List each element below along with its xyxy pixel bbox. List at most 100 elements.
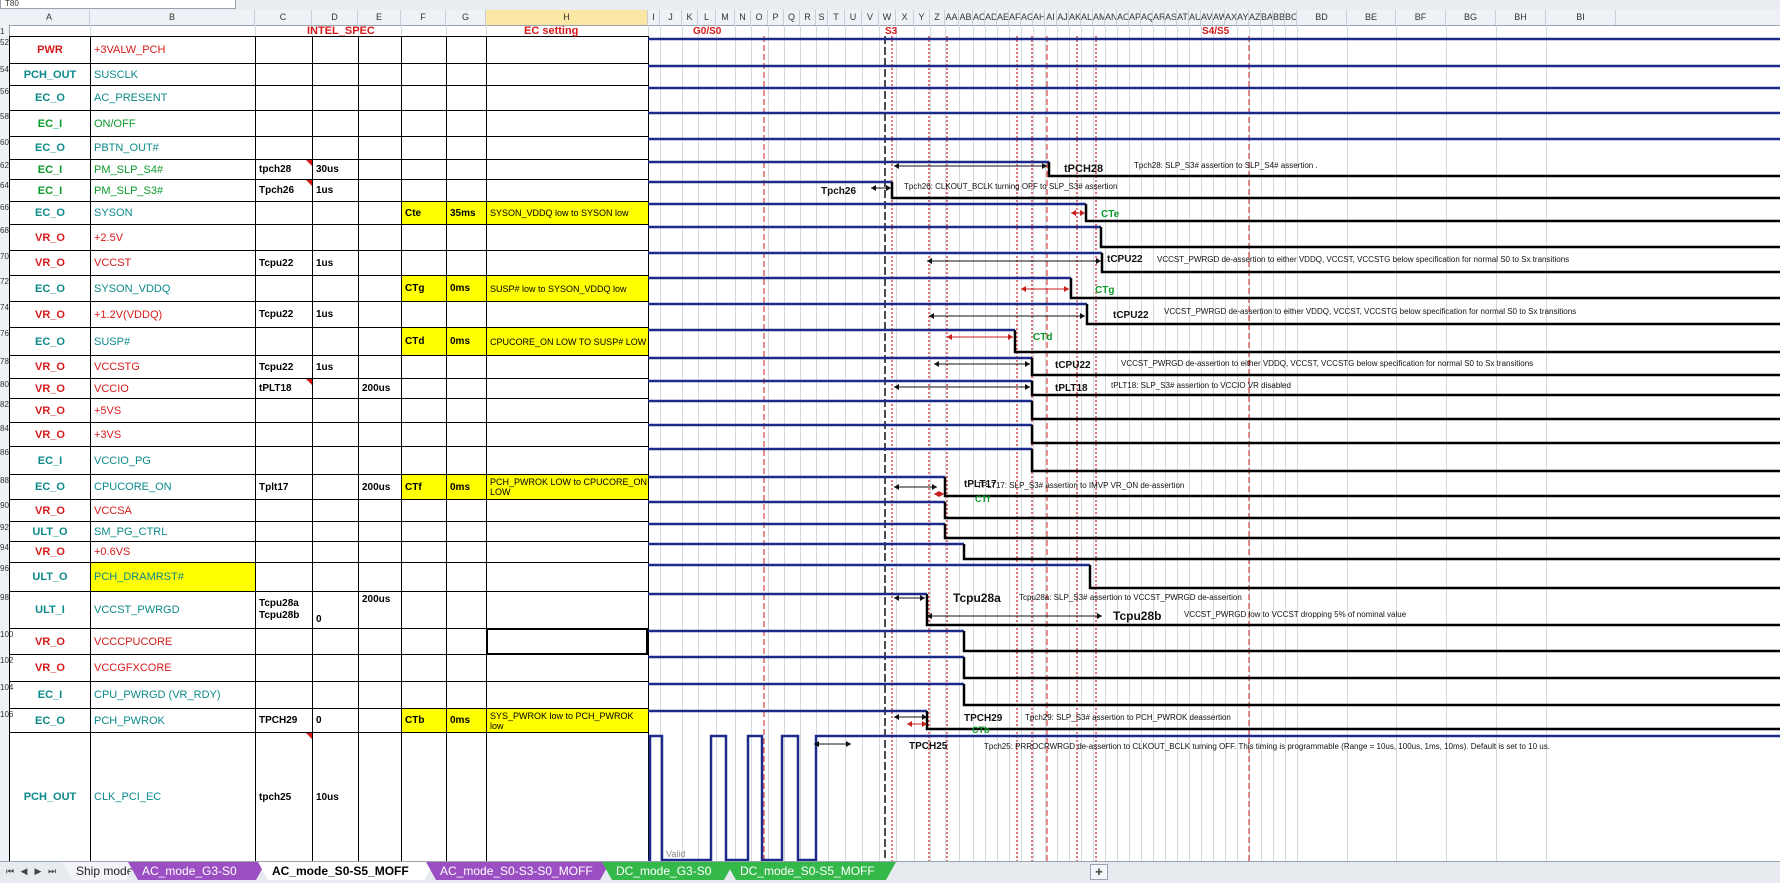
name-box[interactable]: T80 (0, 0, 236, 9)
column-header-be[interactable]: BE (1347, 10, 1396, 25)
column-header-bh[interactable]: BH (1496, 10, 1546, 25)
column-header-al[interactable]: AL (1081, 10, 1093, 25)
column-header-x[interactable]: X (896, 10, 914, 25)
row-number[interactable]: 86 (0, 448, 9, 457)
sheet-tab[interactable]: AC_mode_G3-S0 (128, 862, 266, 880)
column-header-i[interactable]: I (648, 10, 660, 25)
column-header-ba[interactable]: BA (1261, 10, 1273, 25)
sheet-tab[interactable]: DC_mode_S0-S5_MOFF (726, 862, 896, 880)
column-header-ah[interactable]: AH (1033, 10, 1045, 25)
column-header-p[interactable]: P (768, 10, 784, 25)
row-number[interactable]: 72 (0, 277, 9, 286)
column-header-an[interactable]: AN (1105, 10, 1117, 25)
sheet-tab[interactable]: AC_mode_S0-S5_MOFF (258, 862, 434, 880)
column-header-r[interactable]: R (800, 10, 816, 25)
row-number[interactable]: 78 (0, 357, 9, 366)
column-header-ao[interactable]: AO (1117, 10, 1129, 25)
row-number[interactable]: 90 (0, 501, 9, 510)
column-header-au[interactable]: AU (1189, 10, 1201, 25)
sheet-tab[interactable]: Ship mode (62, 862, 136, 880)
column-header-am[interactable]: AM (1093, 10, 1105, 25)
column-header-at[interactable]: AT (1177, 10, 1189, 25)
column-header-q[interactable]: Q (784, 10, 800, 25)
row-number[interactable]: 84 (0, 424, 9, 433)
column-header-av[interactable]: AV (1201, 10, 1213, 25)
sheet-tab[interactable]: DC_mode_G3-S0 (602, 862, 734, 880)
row-number[interactable]: 56 (0, 87, 9, 96)
column-header-w[interactable]: W (879, 10, 896, 25)
row-number[interactable]: 98 (0, 593, 9, 602)
column-header-bf[interactable]: BF (1396, 10, 1446, 25)
column-header-z[interactable]: Z (930, 10, 945, 25)
row-number[interactable]: 68 (0, 226, 9, 235)
column-header-ae[interactable]: AE (997, 10, 1009, 25)
column-header-ac[interactable]: AC (973, 10, 985, 25)
column-header-bb[interactable]: BB (1273, 10, 1285, 25)
spreadsheet-grid[interactable]: PWR +3VALW_PCH PCH_OUT SUSCLK EC_O AC_PRESENT… (9, 25, 1780, 861)
row-number[interactable]: 82 (0, 400, 9, 409)
column-header-ar[interactable]: AR (1153, 10, 1165, 25)
row-number[interactable]: 54 (0, 65, 9, 74)
column-header-ay[interactable]: AY (1237, 10, 1249, 25)
column-header-bc[interactable]: BC (1285, 10, 1297, 25)
row-number[interactable]: 100 (0, 630, 13, 639)
row-number[interactable]: 80 (0, 380, 9, 389)
column-header-ag[interactable]: AG (1021, 10, 1033, 25)
row-number[interactable]: 96 (0, 564, 9, 573)
column-header-s[interactable]: S (816, 10, 828, 25)
column-header-ab[interactable]: AB (959, 10, 973, 25)
row-number[interactable]: 62 (0, 161, 9, 170)
column-header-bi[interactable]: BI (1546, 10, 1616, 25)
column-header-az[interactable]: AZ (1249, 10, 1261, 25)
last-sheet-icon[interactable]: ⏭ (46, 866, 58, 878)
column-header-e[interactable]: E (358, 10, 401, 25)
column-header-ak[interactable]: AK (1069, 10, 1081, 25)
prev-sheet-icon[interactable]: ◀ (18, 866, 30, 878)
row-number[interactable]: 88 (0, 476, 9, 485)
column-header-u[interactable]: U (845, 10, 862, 25)
column-header-h[interactable]: H (486, 10, 648, 25)
first-sheet-icon[interactable]: ⏮ (4, 866, 16, 878)
next-sheet-icon[interactable]: ▶ (32, 866, 44, 878)
column-header-aw[interactable]: AW (1213, 10, 1225, 25)
column-header-aq[interactable]: AQ (1141, 10, 1153, 25)
row-number[interactable]: 76 (0, 329, 9, 338)
row-number[interactable]: 64 (0, 181, 9, 190)
column-header-k[interactable]: K (682, 10, 698, 25)
column-header-b[interactable]: B (90, 10, 255, 25)
column-header-l[interactable]: L (698, 10, 716, 25)
column-header-a[interactable]: A (9, 10, 90, 25)
column-header-aa[interactable]: AA (945, 10, 959, 25)
row-number[interactable]: 92 (0, 523, 9, 532)
column-header-ai[interactable]: AI (1045, 10, 1057, 25)
row-number[interactable]: 102 (0, 656, 13, 665)
column-header-t[interactable]: T (828, 10, 845, 25)
row-number[interactable]: 104 (0, 683, 13, 692)
column-header-c[interactable]: C (255, 10, 312, 25)
row-number[interactable]: 74 (0, 303, 9, 312)
column-header-bd[interactable]: BD (1297, 10, 1347, 25)
row-number[interactable]: 70 (0, 252, 9, 261)
column-header-o[interactable]: O (751, 10, 768, 25)
column-header-j[interactable]: J (660, 10, 682, 25)
row-number[interactable]: 66 (0, 203, 9, 212)
row-number[interactable]: 1 (0, 27, 9, 36)
row-number[interactable]: 60 (0, 138, 9, 147)
row-number[interactable]: 106 (0, 710, 13, 719)
row-number[interactable]: 52 (0, 38, 9, 47)
column-header-g[interactable]: G (446, 10, 486, 25)
row-number[interactable]: 94 (0, 543, 9, 552)
column-header-af[interactable]: AF (1009, 10, 1021, 25)
column-header-aj[interactable]: AJ (1057, 10, 1069, 25)
column-header-f[interactable]: F (401, 10, 446, 25)
row-number[interactable]: 58 (0, 112, 9, 121)
column-header-bg[interactable]: BG (1446, 10, 1496, 25)
column-header-y[interactable]: Y (914, 10, 930, 25)
insert-sheet-icon[interactable]: ✚ (1090, 864, 1108, 880)
column-header-m[interactable]: M (716, 10, 735, 25)
column-header-ad[interactable]: AD (985, 10, 997, 25)
column-header-ap[interactable]: AP (1129, 10, 1141, 25)
column-header-ax[interactable]: AX (1225, 10, 1237, 25)
column-header-as[interactable]: AS (1165, 10, 1177, 25)
column-header-d[interactable]: D (312, 10, 358, 25)
